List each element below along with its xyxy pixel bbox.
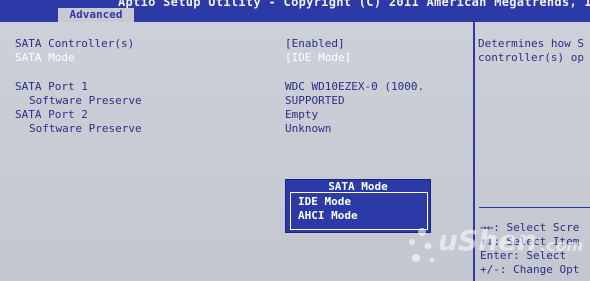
- ushen-logo-icon: [409, 228, 435, 263]
- setting-value-sata-port-1: WDC WD10EZEX-0 (1000.: [285, 80, 425, 93]
- key-help-change-option: +/-: Change Opt: [480, 263, 580, 276]
- bios-title: Aptio Setup Utility - Copyright (C) 2011…: [118, 0, 590, 9]
- setting-value-sata-port-2: Empty: [285, 108, 319, 121]
- watermark-domain-text: .com: [540, 236, 584, 255]
- setting-label-sata-port-1: SATA Port 1: [15, 80, 88, 93]
- setting-value-software-preserve-2: Unknown: [285, 122, 332, 135]
- popup-option-ide-mode[interactable]: IDE Mode: [298, 195, 351, 208]
- popup-title: SATA Mode: [328, 180, 388, 193]
- setting-label-software-preserve-2: Software Preserve: [29, 122, 142, 135]
- setting-label-software-preserve-1: Software Preserve: [29, 94, 142, 107]
- title-bar: Aptio Setup Utility - Copyright (C) 2011…: [0, 0, 590, 22]
- help-separator: [479, 207, 590, 208]
- tab-advanced[interactable]: Advanced: [58, 8, 134, 22]
- setting-value-sata-mode[interactable]: [IDE Mode]: [285, 51, 351, 64]
- setting-value-software-preserve-1: SUPPORTED: [285, 94, 345, 107]
- setting-label-sata-port-2: SATA Port 2: [15, 108, 88, 121]
- setting-value-sata-controllers[interactable]: [Enabled]: [285, 37, 345, 50]
- setting-label-sata-mode[interactable]: SATA Mode: [15, 51, 75, 64]
- help-text-line-2: controller(s) op: [478, 51, 584, 64]
- popup-option-ahci-mode[interactable]: AHCI Mode: [298, 209, 358, 222]
- sata-mode-popup: SATA Mode IDE Mode AHCI Mode: [285, 179, 431, 233]
- watermark-logo-text: uShen: [438, 224, 537, 257]
- setting-label-sata-controllers[interactable]: SATA Controller(s): [15, 37, 134, 50]
- help-text-line-1: Determines how S: [478, 37, 584, 50]
